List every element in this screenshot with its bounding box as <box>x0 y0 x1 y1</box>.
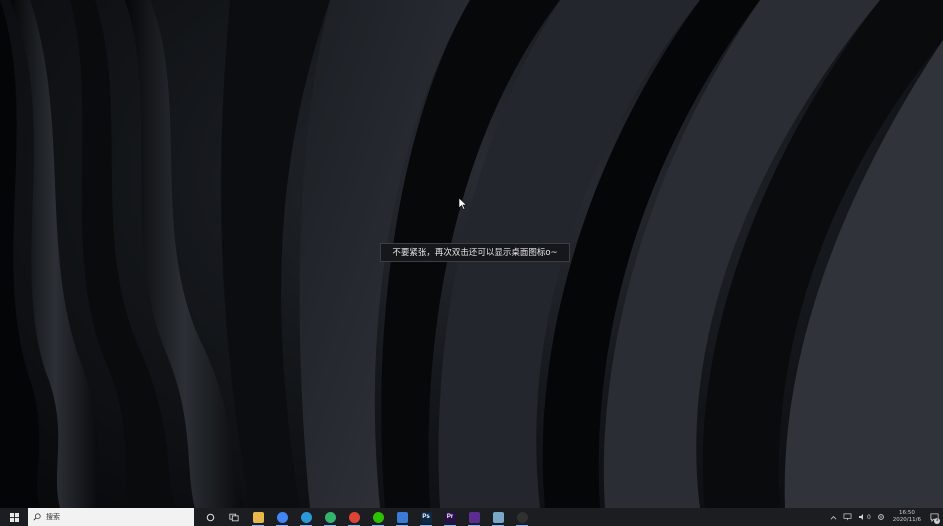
taskbar-search-input[interactable]: 搜索 <box>28 508 194 526</box>
taskbar-clock[interactable]: 16:50 2020/11/6 <box>893 510 921 524</box>
cortana-circle-icon <box>206 513 214 521</box>
taskbar-app-edge[interactable] <box>296 508 316 526</box>
obs-icon <box>516 511 528 523</box>
search-placeholder: 搜索 <box>46 513 60 521</box>
wechat-icon <box>372 511 384 523</box>
clock-time: 16:50 <box>898 510 915 516</box>
premiere-icon: Pr <box>444 511 456 523</box>
chevron-up-icon <box>830 515 837 520</box>
windows-logo-icon <box>9 512 19 522</box>
notepad-icon <box>492 511 504 523</box>
system-tray: 0 16:50 2020/11/6 3 <box>824 508 943 526</box>
taskbar-app-wechat[interactable] <box>368 508 388 526</box>
input-method-button[interactable] <box>877 513 885 521</box>
edge-icon <box>300 511 312 523</box>
cortana-button[interactable] <box>200 508 220 526</box>
network-button[interactable] <box>843 513 852 521</box>
action-center-button[interactable]: 3 <box>927 508 941 526</box>
volume-button[interactable]: 0 <box>858 513 871 521</box>
desktop[interactable]: 不要紧张，再次双击还可以显示桌面图标o~ <box>0 0 943 508</box>
photoshop-icon: Ps <box>420 511 432 523</box>
taskbar: 搜索 Ps Pr 0 16:50 2020/11/6 3 <box>0 508 943 526</box>
desktop-icons-hidden-tooltip: 不要紧张，再次双击还可以显示桌面图标o~ <box>380 243 570 262</box>
volume-level: 0 <box>866 513 871 521</box>
taskbar-app-app-blue[interactable] <box>392 508 412 526</box>
taskbar-app-photoshop[interactable]: Ps <box>416 508 436 526</box>
clock-date: 2020/11/6 <box>892 517 921 523</box>
mouse-cursor-icon <box>459 198 467 210</box>
volume-icon <box>858 514 863 520</box>
notification-count-badge: 3 <box>934 518 940 524</box>
taskbar-app-notepad[interactable] <box>488 508 508 526</box>
network-icon <box>843 513 852 521</box>
taskbar-app-file-explorer[interactable] <box>248 508 268 526</box>
chrome-icon <box>276 511 288 523</box>
search-icon <box>33 513 41 521</box>
edge-dev-icon <box>324 511 336 523</box>
taskbar-app-chrome[interactable] <box>272 508 292 526</box>
task-view-icon <box>229 513 239 521</box>
taskbar-app-visual-studio[interactable] <box>464 508 484 526</box>
taskbar-app-chrome-alt[interactable] <box>344 508 364 526</box>
file-explorer-icon <box>252 511 264 523</box>
gear-icon <box>877 514 884 520</box>
taskbar-app-obs[interactable] <box>512 508 532 526</box>
task-view-button[interactable] <box>224 508 244 526</box>
start-button[interactable] <box>0 508 28 526</box>
chrome-alt-icon <box>348 511 360 523</box>
taskbar-app-premiere[interactable]: Pr <box>440 508 460 526</box>
show-hidden-icons-button[interactable] <box>830 515 837 520</box>
visual-studio-icon <box>468 511 480 523</box>
app-blue-icon <box>396 511 408 523</box>
taskbar-app-edge-dev[interactable] <box>320 508 340 526</box>
